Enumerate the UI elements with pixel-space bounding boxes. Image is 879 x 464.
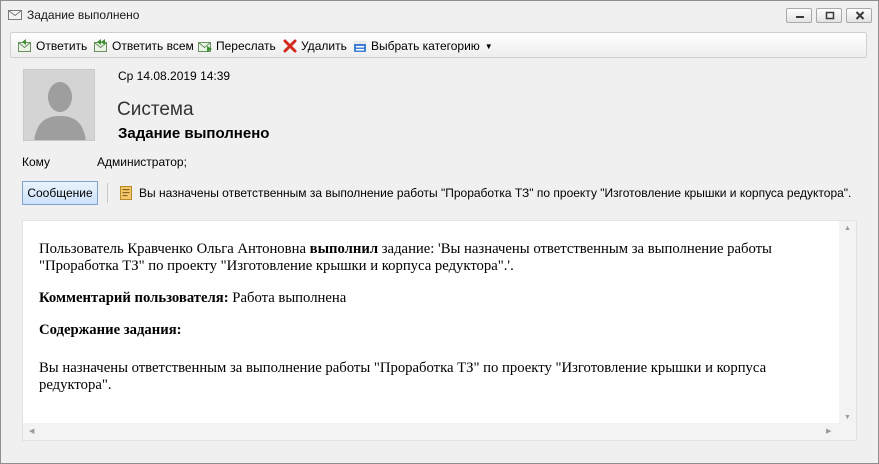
close-icon	[855, 11, 865, 20]
scroll-down-icon[interactable]: ▼	[844, 414, 851, 421]
category-label: Выбрать категорию	[371, 39, 480, 53]
category-dropdown[interactable]: Выбрать категорию ▼	[352, 37, 493, 55]
body-paragraph-content-label: Содержание задания:	[39, 322, 839, 339]
message-body[interactable]: Пользователь Кравченко Ольга Антоновна в…	[22, 220, 857, 441]
message-date: Ср 14.08.2019 14:39	[118, 69, 231, 83]
minimize-button[interactable]	[786, 8, 812, 23]
tab-message[interactable]: Сообщение	[22, 181, 98, 205]
reply-all-icon	[94, 39, 107, 52]
scroll-left-icon[interactable]: ◀	[29, 427, 34, 435]
message-body-content: Пользователь Кравченко Ольга Антоновна в…	[39, 241, 839, 409]
forward-icon	[198, 42, 212, 52]
window-title: Задание выполнено	[27, 8, 140, 22]
reply-all-button[interactable]: Ответить всем	[93, 37, 194, 55]
attachment-item[interactable]: Вы назначены ответственным за выполнение…	[119, 186, 851, 200]
minimize-icon	[796, 16, 804, 18]
comment-label: Комментарий пользователя:	[39, 290, 229, 306]
vertical-scrollbar[interactable]: ▲ ▼	[839, 221, 856, 425]
forward-button[interactable]: Переслать	[197, 37, 276, 55]
body-text: Пользователь Кравченко Ольга Антоновна	[39, 241, 310, 257]
attachment-label: Вы назначены ответственным за выполнение…	[139, 186, 852, 200]
sender-name: Система	[117, 99, 194, 120]
maximize-icon	[825, 11, 835, 20]
scroll-right-icon[interactable]: ▶	[826, 427, 831, 435]
chevron-down-icon: ▼	[484, 41, 493, 51]
tab-divider	[107, 183, 108, 203]
envelope-icon	[8, 10, 22, 20]
horizontal-scrollbar[interactable]: ◀ ▶	[23, 423, 856, 440]
comment-value: Работа выполнена	[228, 290, 347, 306]
reply-all-label: Ответить всем	[112, 39, 194, 53]
scroll-up-icon[interactable]: ▲	[844, 225, 851, 232]
avatar	[23, 69, 95, 141]
forward-label: Переслать	[216, 39, 276, 53]
body-bold-text: выполнил	[309, 241, 379, 257]
delete-icon	[283, 39, 297, 53]
title-bar: Задание выполнено	[1, 1, 878, 29]
toolbar: Ответить Ответить всем Переслать Удалить	[10, 32, 867, 58]
to-label: Кому	[22, 155, 51, 169]
reply-label: Ответить	[36, 39, 88, 53]
to-recipient: Администратор;	[97, 155, 187, 169]
document-icon	[120, 186, 132, 200]
user-silhouette-icon	[24, 70, 94, 140]
close-button[interactable]	[846, 8, 872, 23]
content-label: Содержание задания:	[39, 322, 182, 338]
delete-label: Удалить	[301, 39, 347, 53]
message-subject: Задание выполнено	[118, 125, 270, 142]
delete-button[interactable]: Удалить	[282, 37, 347, 55]
body-paragraph-comment: Комментарий пользователя: Работа выполне…	[39, 290, 839, 307]
category-icon	[354, 41, 366, 52]
content-text: Вы назначены ответственным за выполнение…	[39, 360, 767, 393]
maximize-button[interactable]	[816, 8, 842, 23]
reply-button[interactable]: Ответить	[17, 37, 87, 55]
message-window: Задание выполнено Ответить Ответить всем…	[0, 0, 879, 464]
reply-icon	[18, 39, 31, 52]
body-paragraph-content: Вы назначены ответственным за выполнение…	[39, 360, 839, 394]
body-paragraph-1: Пользователь Кравченко Ольга Антоновна в…	[39, 241, 839, 275]
